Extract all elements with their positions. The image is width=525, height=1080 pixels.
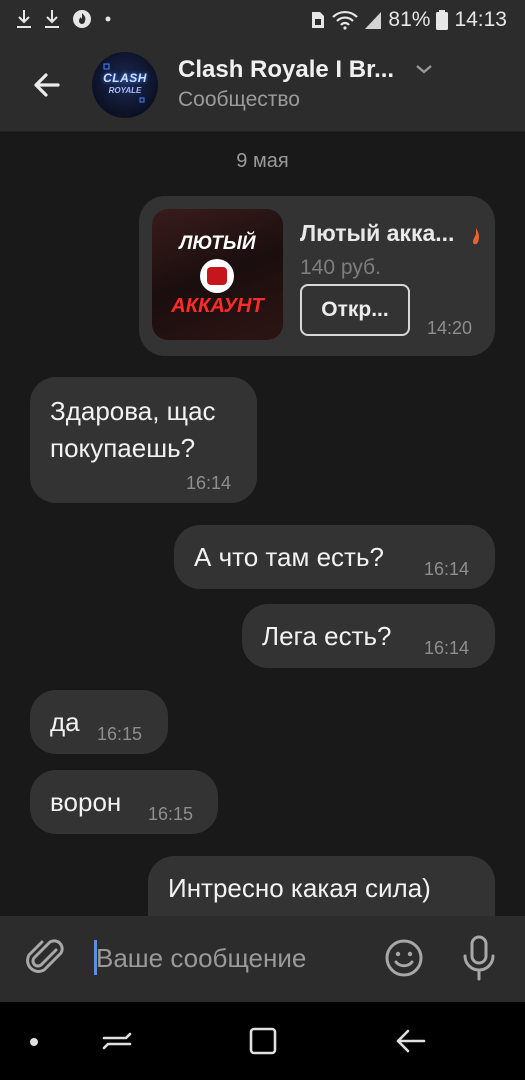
chevron-down-icon[interactable] [414, 62, 434, 76]
product-card[interactable]: ЛЮТЫЙ АККАУНТ Лютый акка... 140 руб. Отк… [139, 196, 495, 356]
avatar-sublabel: ROYALE [108, 86, 142, 95]
emoji-icon[interactable] [384, 938, 424, 978]
flame-icon [473, 228, 480, 245]
dot-icon [105, 16, 111, 22]
product-price: 140 руб. [300, 256, 381, 279]
product-image[interactable]: ЛЮТЫЙ АККАУНТ [152, 209, 283, 340]
message-time: 14:20 [427, 318, 473, 338]
paperclip-icon[interactable] [26, 936, 66, 980]
message-input[interactable] [96, 938, 376, 978]
message-text: Здарова, щас [50, 396, 216, 426]
message-text: Интресно какая сила) [168, 873, 431, 903]
recent-apps-icon[interactable] [100, 1024, 134, 1058]
message-text: ворон [50, 787, 122, 817]
message-text: да [50, 707, 80, 737]
message-time: 16:15 [148, 804, 194, 824]
message-input-bar [0, 916, 525, 1002]
message-bubble-incoming[interactable]: ворон 16:15 [30, 770, 218, 834]
signal-icon [365, 12, 382, 29]
message-text: Лега есть? [262, 621, 392, 651]
message-text: покупаешь? [50, 433, 196, 463]
sim-icon [312, 12, 325, 28]
back-arrow-icon[interactable] [26, 64, 68, 106]
message-time: 16:14 [424, 638, 470, 658]
avatar-frame-icon [103, 63, 145, 103]
chat-subtitle: Сообщество [178, 88, 300, 111]
system-nav-bar [0, 1002, 525, 1080]
message-bubble-incoming[interactable]: Здарова, щас покупаешь? 16:14 [30, 377, 257, 503]
chat-header: CLASH ROYALE Clash Royale I Br... Сообще… [0, 40, 525, 132]
message-time: 16:15 [97, 724, 143, 744]
product-title: Лютый акка... [300, 220, 455, 246]
wifi-icon [332, 10, 359, 30]
home-icon[interactable] [246, 1024, 280, 1058]
date-separator: 9 мая [236, 150, 289, 172]
nav-dot-icon[interactable] [30, 1038, 38, 1046]
message-bubble-outgoing[interactable]: А что там есть? 16:14 [174, 525, 495, 589]
chat-title[interactable]: Clash Royale I Br... [178, 56, 394, 84]
message-time: 16:14 [424, 559, 470, 579]
product-image-text-top: ЛЮТЫЙ [179, 233, 256, 254]
open-product-button[interactable]: Откр... [300, 284, 410, 336]
avatar[interactable]: CLASH ROYALE [92, 52, 158, 118]
message-bubble-incoming[interactable]: да 16:15 [30, 690, 168, 754]
message-text: А что там есть? [194, 542, 384, 572]
status-bar: 81% 14:13 [0, 0, 525, 40]
product-image-text-bottom: АККАУНТ [171, 295, 264, 317]
message-time: 16:14 [186, 473, 232, 493]
avatar-label: CLASH [103, 71, 147, 85]
download-icon [45, 10, 59, 28]
battery-percent: 81% [388, 8, 431, 31]
status-time: 14:13 [454, 8, 507, 31]
message-bubble-outgoing[interactable]: Лега есть? 16:14 [242, 604, 495, 668]
nav-back-icon[interactable] [394, 1024, 428, 1058]
battery-icon [436, 10, 449, 30]
product-image-badge [200, 259, 234, 293]
microphone-icon[interactable] [460, 934, 498, 982]
fire-app-icon [73, 10, 91, 28]
download-icon [17, 10, 31, 28]
